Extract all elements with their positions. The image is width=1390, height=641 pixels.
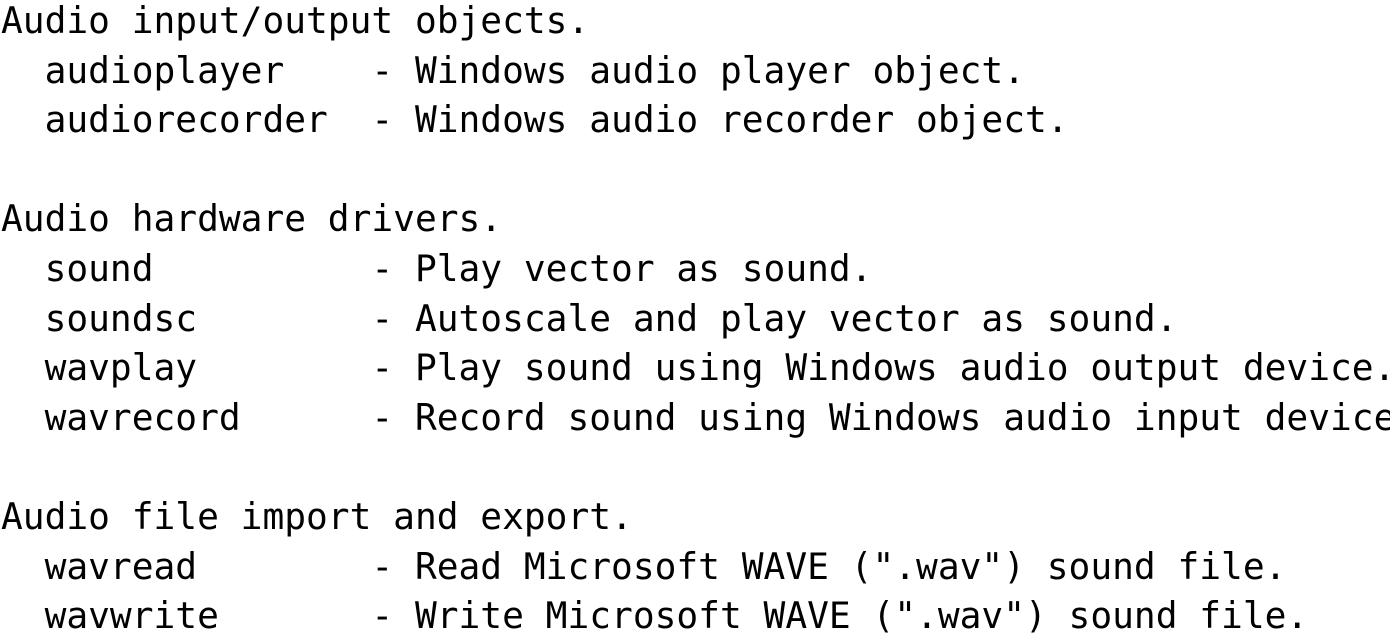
entry-line-audioplayer: audioplayer - Windows audio player objec… xyxy=(1,48,1025,92)
blank-line-2 xyxy=(1,442,1390,492)
entry-line-sound: sound - Play vector as sound. xyxy=(1,246,873,290)
blank-line-1 xyxy=(1,145,1390,195)
section-heading-audio-hardware-drivers: Audio hardware drivers. xyxy=(1,197,503,241)
audio-help-listing: Audio input/output objects. audioplayer … xyxy=(1,0,1390,641)
entry-line-soundsc: soundsc - Autoscale and play vector as s… xyxy=(1,296,1178,340)
document-canvas: Audio input/output objects. audioplayer … xyxy=(0,0,1390,637)
section-heading-audio-io: Audio input/output objects. xyxy=(1,0,590,42)
entry-line-wavread: wavread - Read Microsoft WAVE (".wav") s… xyxy=(1,544,1287,588)
entry-line-audiorecorder: audiorecorder - Windows audio recorder o… xyxy=(1,98,1069,142)
entry-line-wavwrite: wavwrite - Write Microsoft WAVE (".wav")… xyxy=(1,594,1309,638)
section-heading-audio-file-import-export: Audio file import and export. xyxy=(1,494,633,538)
entry-line-wavplay: wavplay - Play sound using Windows audio… xyxy=(1,346,1390,390)
entry-line-wavrecord: wavrecord - Record sound using Windows a… xyxy=(1,395,1390,439)
